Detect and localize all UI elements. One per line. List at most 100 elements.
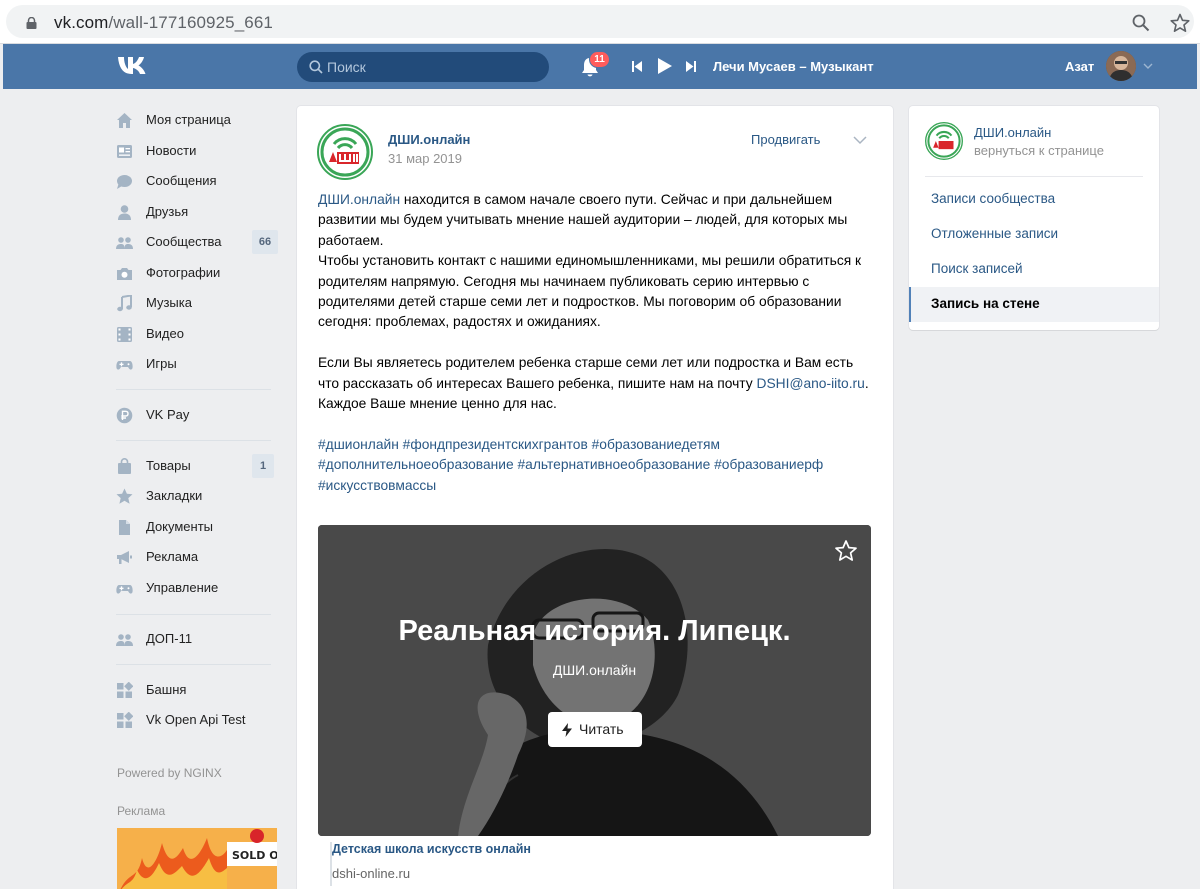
sidebar-item-manage[interactable]: Управление <box>113 576 283 600</box>
search-placeholder: Поиск <box>327 59 366 75</box>
read-article-button[interactable]: Читать <box>548 712 642 747</box>
search-input[interactable]: Поиск <box>297 52 549 82</box>
sidebar-item-label: Товары <box>146 458 191 473</box>
sidebar-item-documents[interactable]: Документы <box>113 515 283 539</box>
ad-banner[interactable]: SOLD O <box>117 828 277 889</box>
sidebar-item-groups[interactable]: Сообщества 66 <box>113 230 283 254</box>
read-button-label: Читать <box>579 721 624 737</box>
nav-wall-post-active[interactable]: Запись на стене <box>909 287 1159 322</box>
messages-icon <box>117 175 132 189</box>
sidebar-item-news[interactable]: Новости <box>113 139 283 163</box>
hashtags[interactable]: #дшионлайн #фондпрезидентскихгрантов #об… <box>318 435 878 496</box>
sidebar-item-bashnya[interactable]: Башня <box>113 678 283 702</box>
ads-heading[interactable]: Реклама <box>117 804 165 818</box>
url-path: /wall-177160925_661 <box>108 13 273 32</box>
group-avatar[interactable] <box>925 122 963 160</box>
bookmark-star-icon[interactable] <box>1170 13 1190 33</box>
sidebar-item-label: Управление <box>146 580 219 595</box>
favorite-star-icon[interactable] <box>834 539 858 563</box>
wall-post: ДШИ.онлайн 31 мар 2019 Продвигать ДШИ.он… <box>297 106 893 889</box>
bag-icon <box>118 458 131 474</box>
sidebar-item-label: Сообщества <box>146 234 222 249</box>
email-link[interactable]: DSHI@ano-iito.ru <box>756 376 864 391</box>
user-name[interactable]: Азат <box>1065 59 1094 74</box>
sidebar-item-label: Новости <box>146 143 197 158</box>
notifications-badge: 11 <box>589 51 610 68</box>
nav-search-posts[interactable]: Поиск записей <box>909 252 1159 287</box>
sidebar-item-vk-pay[interactable]: VK Pay <box>113 403 283 427</box>
sidebar-item-label: Видео <box>146 326 184 341</box>
back-to-page-link[interactable]: вернуться к странице <box>974 143 1104 158</box>
snippet-url[interactable]: dshi-online.ru <box>332 866 410 881</box>
sidebar-item-photos[interactable]: Фотографии <box>113 261 283 285</box>
goods-count-badge: 1 <box>252 454 274 478</box>
next-track-icon[interactable] <box>686 61 696 72</box>
post-text: ДШИ.онлайн находится в самом начале свое… <box>318 190 878 496</box>
avatar[interactable] <box>1106 51 1136 81</box>
post-paragraph: ДШИ.онлайн находится в самом начале свое… <box>318 190 878 251</box>
groups-icon <box>116 237 133 249</box>
now-playing-track[interactable]: Лечи Мусаев – Музыкант <box>713 59 874 74</box>
snippet-title[interactable]: Детская школа искусств онлайн <box>332 842 531 856</box>
music-icon <box>117 295 132 312</box>
article-source: ДШИ.онлайн <box>552 662 637 678</box>
sidebar-divider <box>116 664 271 665</box>
group-avatar[interactable] <box>317 124 373 180</box>
vkpay-icon <box>116 407 133 424</box>
sidebar-item-label: Закладки <box>146 488 203 503</box>
powered-by-text: Powered by NGINX <box>117 766 222 780</box>
sidebar-divider <box>116 389 271 390</box>
news-icon <box>117 145 132 158</box>
search-icon <box>309 60 323 74</box>
post-paragraph: Чтобы установить контакт с нашими едином… <box>318 253 862 330</box>
sidebar-item-goods[interactable]: Товары 1 <box>113 454 283 478</box>
chevron-down-icon[interactable] <box>853 136 867 145</box>
sidebar-item-vk-open-api-test[interactable]: Vk Open Api Test <box>113 708 283 732</box>
play-icon[interactable] <box>658 58 672 74</box>
sidebar-item-label: Фотографии <box>146 265 221 280</box>
sidebar-item-bookmarks[interactable]: Закладки <box>113 484 283 508</box>
group-name-link[interactable]: ДШИ.онлайн <box>974 125 1051 140</box>
sidebar-item-messages[interactable]: Сообщения <box>113 169 283 193</box>
groups-icon <box>116 634 133 646</box>
sidebar-item-label: VK Pay <box>146 407 190 422</box>
sidebar-item-ads[interactable]: Реклама <box>113 545 283 569</box>
sidebar-item-dop-11[interactable]: ДОП-11 <box>113 627 283 651</box>
nav-item-label: Поиск записей <box>931 261 1023 276</box>
post-date[interactable]: 31 мар 2019 <box>388 151 462 166</box>
address-bar[interactable]: vk.com/wall-177160925_661 <box>6 5 1194 38</box>
friends-icon <box>118 205 131 220</box>
group-mention-link[interactable]: ДШИ.онлайн <box>318 192 400 207</box>
sidebar-item-label: Vk Open Api Test <box>146 712 246 727</box>
sidebar-item-my-page[interactable]: Моя страница <box>113 108 283 132</box>
lock-icon[interactable] <box>26 17 37 29</box>
chevron-down-icon[interactable] <box>1143 63 1153 70</box>
post-author-link[interactable]: ДШИ.онлайн <box>388 132 470 147</box>
nav-community-posts[interactable]: Записи сообщества <box>909 182 1159 217</box>
post-paragraph: Каждое Ваше мнение ценно для нас. <box>318 396 557 412</box>
previous-track-icon[interactable] <box>632 61 642 72</box>
lightning-icon <box>562 723 572 737</box>
sidebar-item-games[interactable]: Игры <box>113 352 283 376</box>
ad-banner-flames-icon: SOLD O <box>117 828 277 889</box>
sidebar-item-music[interactable]: Музыка <box>113 291 283 315</box>
nav-scheduled-posts[interactable]: Отложенные записи <box>909 217 1159 252</box>
promote-button[interactable]: Продвигать <box>751 132 820 147</box>
sidebar-item-friends[interactable]: Друзья <box>113 200 283 224</box>
url-text[interactable]: vk.com/wall-177160925_661 <box>54 13 273 33</box>
post-text-span: . <box>864 375 869 391</box>
link-snippet[interactable]: Детская школа искусств онлайн dshi-onlin… <box>330 842 870 886</box>
sidebar-item-label: Игры <box>146 356 177 371</box>
nav-item-label: Записи сообщества <box>931 191 1056 206</box>
vk-logo-icon[interactable] <box>116 54 156 78</box>
sidebar-item-label: Моя страница <box>146 112 231 127</box>
nav-item-label: Отложенные записи <box>931 226 1059 241</box>
article-preview[interactable]: Реальная история. Липецк. ДШИ.онлайн Чит… <box>318 525 871 836</box>
megaphone-icon <box>117 551 132 564</box>
sidebar-divider <box>116 614 271 615</box>
sidebar-item-video[interactable]: Видео <box>113 322 283 346</box>
groups-count-badge: 66 <box>252 230 278 254</box>
zoom-icon[interactable] <box>1132 14 1150 32</box>
